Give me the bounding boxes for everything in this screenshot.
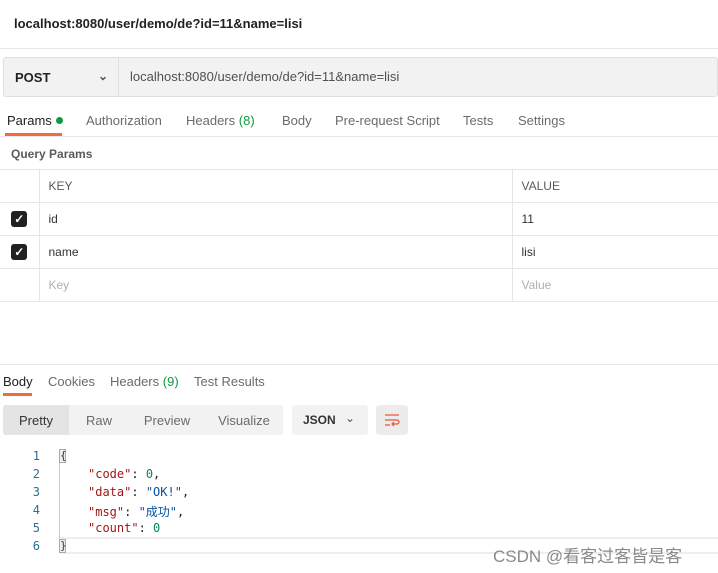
checkbox-checked[interactable]: ✓ — [11, 244, 28, 260]
comma: , — [181, 485, 190, 499]
wrap-lines-icon — [385, 414, 400, 427]
format-label: JSON — [303, 413, 336, 427]
json-key: "msg" — [88, 505, 125, 519]
value-header: VALUE — [512, 169, 718, 203]
method-label: POST — [15, 69, 51, 85]
active-dot-icon — [55, 117, 63, 124]
line-number: 1 — [32, 449, 40, 463]
params-table: KEY VALUE ✓ id 11 ✓ name lisi Key Value — [0, 169, 718, 302]
checkbox-cell: ✓ — [0, 202, 40, 236]
tab-label: Headers — [186, 113, 236, 128]
line-number: 4 — [32, 503, 40, 517]
watermark: CSDN @看客过客皆是客 — [493, 547, 683, 566]
request-title: localhost:8080/user/demo/de?id=11&name=l… — [14, 16, 303, 31]
code-line: "code": 0, — [88, 467, 161, 481]
tab-tests[interactable]: Tests — [463, 113, 493, 128]
headers-count: (9) — [162, 374, 179, 389]
table-header: KEY VALUE — [0, 169, 718, 203]
view-preview[interactable]: Preview — [129, 405, 205, 435]
view-pretty[interactable]: Pretty — [3, 405, 69, 435]
view-mode-selector: Pretty Raw Preview Visualize — [3, 405, 283, 435]
tab-label: Params — [7, 113, 52, 128]
comma: , — [177, 505, 185, 519]
tab-params[interactable]: Params — [7, 113, 63, 128]
tab-authorization[interactable]: Authorization — [86, 113, 162, 128]
table-row-new: Key Value — [0, 268, 718, 302]
tab-headers[interactable]: Headers (8) — [186, 113, 255, 128]
tab-body[interactable]: Body — [282, 113, 312, 128]
request-bar: POST ⌄ localhost:8080/user/demo/de?id=11&… — [3, 57, 718, 97]
view-raw[interactable]: Raw — [69, 405, 129, 435]
checkbox-cell — [0, 268, 40, 302]
param-value[interactable]: 11 — [512, 202, 718, 236]
tab-pre-request-script[interactable]: Pre-request Script — [335, 113, 440, 128]
line-number: 2 — [32, 467, 40, 481]
line-number: 5 — [32, 521, 40, 535]
chevron-down-icon: ⌄ — [98, 69, 109, 83]
param-value[interactable]: lisi — [512, 235, 718, 269]
open-brace[interactable]: { — [59, 449, 67, 463]
divider — [0, 136, 718, 137]
divider — [0, 364, 718, 365]
key-header: KEY — [39, 169, 513, 203]
close-brace[interactable]: } — [59, 539, 67, 553]
checkbox-cell: ✓ — [0, 235, 40, 269]
table-row: ✓ name lisi — [0, 235, 718, 269]
comma: , — [153, 467, 161, 481]
json-value: "OK!" — [145, 485, 182, 499]
tab-label: Headers — [110, 374, 160, 389]
divider — [0, 48, 718, 49]
headers-count: (8) — [238, 113, 255, 128]
response-tab-headers[interactable]: Headers (9) — [110, 374, 179, 389]
query-params-title: Query Params — [11, 147, 93, 161]
json-value: 0 — [145, 467, 154, 481]
json-key: "data" — [88, 485, 132, 499]
format-dropdown[interactable]: JSON ⌄ — [292, 405, 368, 435]
json-value: 0 — [153, 521, 161, 535]
checkbox-checked[interactable]: ✓ — [11, 211, 28, 227]
code-line: "msg": "成功", — [88, 505, 185, 519]
response-tab-cookies[interactable]: Cookies — [48, 374, 95, 389]
code-line: "count": 0 — [88, 521, 161, 535]
json-key: "count" — [88, 521, 139, 535]
json-value: "成功" — [138, 505, 178, 519]
param-key[interactable]: name — [39, 235, 513, 269]
header-cell — [0, 169, 40, 203]
code-line: "data": "OK!", — [88, 485, 190, 499]
tab-settings[interactable]: Settings — [518, 113, 565, 128]
line-number: 3 — [32, 485, 40, 499]
response-tab-test-results[interactable]: Test Results — [194, 374, 265, 389]
method-select[interactable]: POST ⌄ — [4, 58, 119, 96]
line-number: 6 — [32, 539, 40, 553]
url-input[interactable]: localhost:8080/user/demo/de?id=11&name=l… — [130, 69, 399, 84]
active-tab-indicator — [3, 393, 32, 396]
param-key[interactable]: id — [39, 202, 513, 236]
view-visualize[interactable]: Visualize — [205, 405, 283, 435]
key-input[interactable]: Key — [39, 268, 513, 302]
value-input[interactable]: Value — [512, 268, 718, 302]
table-row: ✓ id 11 — [0, 202, 718, 236]
wrap-lines-button[interactable] — [376, 405, 408, 435]
response-tab-body[interactable]: Body — [3, 374, 33, 389]
json-key: "code" — [88, 467, 132, 481]
chevron-down-icon: ⌄ — [345, 411, 356, 425]
